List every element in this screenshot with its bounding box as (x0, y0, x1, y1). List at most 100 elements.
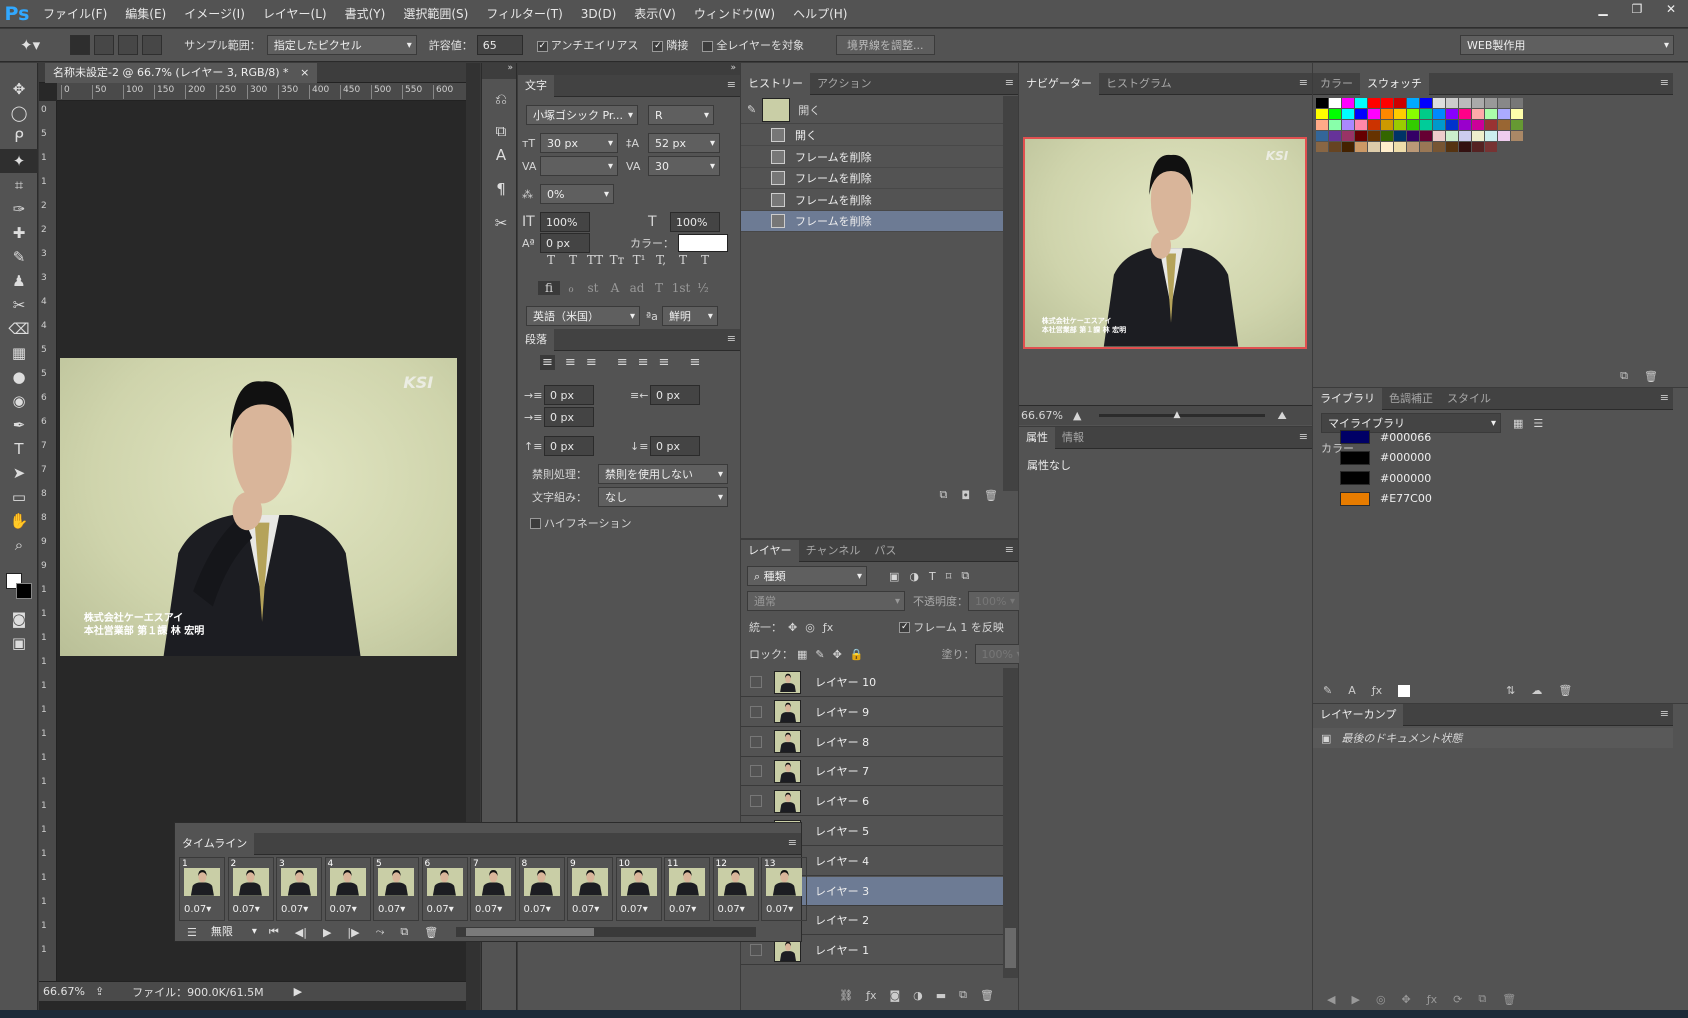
add-character-style-icon[interactable]: A (1348, 684, 1356, 697)
leading-select[interactable]: 52 px (648, 133, 720, 153)
all-layers-checkbox[interactable]: 全レイヤーを対象 (702, 37, 804, 53)
timeline-frame[interactable]: 6 0.07▾ (421, 857, 468, 921)
zoom-slider-thumb[interactable]: ▲ (1173, 410, 1180, 420)
delete-swatch-icon[interactable]: 🗑 (1644, 370, 1658, 383)
first-frame-icon[interactable]: ⏮ (269, 925, 279, 939)
color-swatch[interactable] (1394, 109, 1406, 119)
color-swatch[interactable] (1355, 120, 1367, 130)
align-right-icon[interactable]: ≡ (586, 355, 597, 370)
character-panel-icon[interactable]: A (482, 143, 520, 167)
color-swatch[interactable] (1316, 131, 1328, 141)
tab-navigator[interactable]: ナビゲーター (1019, 72, 1099, 95)
antialias-method-select[interactable]: 鮮明 (661, 306, 718, 326)
delete-frame-icon[interactable]: 🗑 (424, 926, 438, 939)
add-color-swatch[interactable] (1398, 684, 1411, 697)
color-swatch[interactable] (1342, 120, 1354, 130)
screen-mode-icon[interactable]: ▣ (0, 631, 38, 655)
horizontal-scale-input[interactable]: 100% (670, 212, 720, 232)
color-swatch[interactable] (1459, 98, 1471, 108)
layer-row[interactable]: レイヤー 10 (741, 668, 1003, 697)
prev-frame-icon[interactable]: ◀| (295, 926, 307, 939)
frame-delay[interactable]: 0.07▾ (427, 904, 454, 915)
color-swatch[interactable] (1316, 120, 1328, 130)
navigator-panel-menu-icon[interactable]: ≡ (1299, 76, 1308, 89)
clone-source-panel-icon[interactable]: ⧉ (482, 119, 520, 143)
color-swatch[interactable] (1394, 98, 1406, 108)
tolerance-input[interactable]: 65 (476, 35, 523, 55)
tool-icon[interactable]: ✒ (0, 413, 38, 437)
unify-position-icon[interactable]: ✥ (788, 621, 797, 634)
justify-left-icon[interactable]: ≡ (617, 355, 628, 370)
tween-icon[interactable]: ⤳ (376, 925, 385, 939)
color-swatch[interactable] (1420, 109, 1432, 119)
filter-adjustment-icon[interactable]: ◑ (909, 570, 919, 583)
color-swatch[interactable] (1446, 98, 1458, 108)
menu-item[interactable]: ウィンドウ(W) (685, 0, 784, 28)
space-after-input[interactable]: 0 px (650, 436, 700, 456)
color-swatch[interactable] (1407, 98, 1419, 108)
align-left-icon[interactable]: ≡ (540, 355, 555, 370)
delete-state-icon[interactable]: 🗑 (984, 489, 998, 502)
type-style-button[interactable]: Tт (606, 253, 628, 267)
justify-right-icon[interactable]: ≡ (659, 355, 670, 370)
timeline-frame[interactable]: 12 0.07▾ (712, 857, 759, 921)
timeline-frame[interactable]: 8 0.07▾ (518, 857, 565, 921)
new-selection-button[interactable] (70, 35, 91, 55)
apply-position-icon[interactable]: ✥ (1402, 993, 1411, 1006)
color-swatch[interactable] (1394, 131, 1406, 141)
tool-icon[interactable]: ◉ (0, 389, 38, 413)
workspace-select[interactable]: WEB製作用 (1460, 35, 1674, 55)
color-swatch[interactable] (1368, 120, 1380, 130)
color-swatch[interactable] (1407, 131, 1419, 141)
color-swatch[interactable] (1342, 142, 1354, 152)
zoom-slider[interactable]: ▲ (1099, 410, 1266, 420)
color-swatch[interactable] (1511, 98, 1523, 108)
intersect-selection-button[interactable] (142, 35, 163, 55)
color-swatch[interactable] (1511, 131, 1523, 141)
opacity-select[interactable]: 100% (968, 591, 1020, 611)
color-swatch[interactable] (1355, 109, 1367, 119)
new-comp-icon[interactable]: ⧉ (1478, 992, 1486, 1006)
color-swatch[interactable] (1407, 120, 1419, 130)
color-swatch[interactable] (1368, 109, 1380, 119)
magic-wand-tool-icon[interactable]: ✦▾ (20, 36, 40, 54)
swatch-grid[interactable] (1316, 98, 1526, 153)
justify-all-icon[interactable]: ≡ (689, 355, 700, 370)
tab-swatches[interactable]: スウォッチ (1360, 72, 1429, 95)
color-swatch[interactable] (1498, 98, 1510, 108)
menu-item[interactable]: 選択範囲(S) (394, 0, 477, 28)
tool-icon[interactable]: ➤ (0, 461, 38, 485)
color-swatch[interactable] (1472, 142, 1484, 152)
color-swatch[interactable] (1511, 120, 1523, 130)
grid-view-icon[interactable]: ▦ (1513, 417, 1523, 430)
type-style-button[interactable]: TT (584, 253, 606, 267)
minimize-button[interactable]: ▁ (1586, 0, 1620, 18)
library-delete-icon[interactable]: 🗑 (1558, 684, 1572, 697)
close-tab-icon[interactable]: × (300, 66, 309, 79)
tab-styles[interactable]: スタイル (1440, 388, 1498, 410)
type-style-button[interactable]: T (562, 253, 584, 267)
type-style-button[interactable]: T (694, 253, 716, 267)
type-style-button[interactable]: T (540, 253, 562, 267)
filter-type-icon[interactable]: T (929, 570, 936, 583)
color-swatch[interactable] (1433, 109, 1445, 119)
filter-pixel-icon[interactable]: ▣ (889, 570, 899, 583)
color-swatch[interactable] (1329, 120, 1341, 130)
color-swatch[interactable] (1316, 109, 1328, 119)
tab-layers[interactable]: レイヤー (741, 539, 799, 562)
menu-item[interactable]: 編集(E) (116, 0, 175, 28)
frame-delay[interactable]: 0.07▾ (766, 904, 793, 915)
timeline-frame[interactable]: 13 0.07▾ (761, 857, 807, 921)
tool-icon[interactable]: ⌕ (0, 533, 38, 557)
color-swatch[interactable] (1368, 98, 1380, 108)
color-swatch[interactable] (1420, 131, 1432, 141)
tsume-select[interactable]: 0% (540, 184, 614, 204)
color-swatch[interactable] (1485, 142, 1497, 152)
lock-image-icon[interactable]: ✎ (815, 648, 824, 661)
tool-icon[interactable]: ▦ (0, 341, 38, 365)
layers-scrollbar[interactable] (1003, 668, 1018, 978)
new-swatch-icon[interactable]: ⧉ (1620, 369, 1628, 383)
snapshot-thumbnail[interactable] (762, 97, 791, 122)
color-swatch[interactable] (1381, 131, 1393, 141)
color-swatch[interactable] (1485, 109, 1497, 119)
